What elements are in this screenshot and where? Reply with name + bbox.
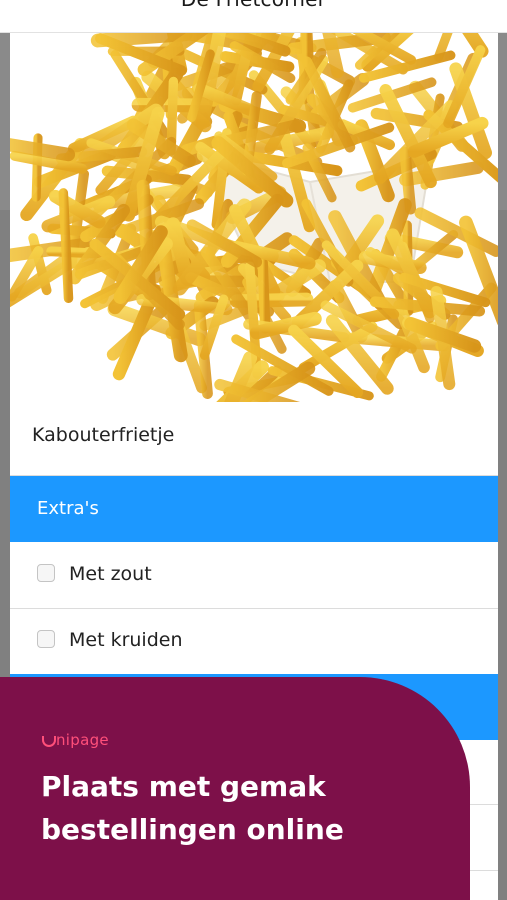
section-title: Extra's: [37, 498, 99, 519]
option-row-met-kruiden[interactable]: Met kruiden: [10, 608, 498, 674]
checkbox[interactable]: [37, 564, 55, 582]
app-screen: De Frietcorner: [0, 0, 507, 900]
backdrop-left-top: [0, 32, 10, 210]
checkbox[interactable]: [37, 630, 55, 648]
brand-logo-icon: [42, 736, 56, 747]
product-image: [10, 32, 498, 402]
top-header: De Frietcorner: [0, 0, 507, 33]
option-row-met-zout[interactable]: Met zout: [10, 542, 498, 608]
option-label: Met kruiden: [69, 629, 183, 651]
backdrop-right-top: [497, 32, 507, 210]
promo-headline: Plaats met gemak bestellingen online: [41, 765, 451, 851]
promo-banner: nipage Plaats met gemak bestellingen onl…: [0, 677, 470, 900]
fry-shape: [10, 138, 76, 162]
fry-shape: [257, 257, 271, 334]
section-header-extras: Extra's: [10, 476, 498, 542]
fry-shape: [58, 188, 74, 304]
fries-image-icon: [10, 32, 498, 402]
page-title: De Frietcorner: [0, 0, 507, 11]
promo-headline-line1: Plaats met gemak: [41, 770, 326, 803]
fry-shape: [229, 292, 314, 309]
product-name: Kabouterfrietje: [32, 424, 175, 446]
option-label: Met zout: [69, 563, 152, 585]
promo-headline-line2: bestellingen online: [41, 813, 344, 846]
brand-logo-text: nipage: [56, 731, 109, 749]
